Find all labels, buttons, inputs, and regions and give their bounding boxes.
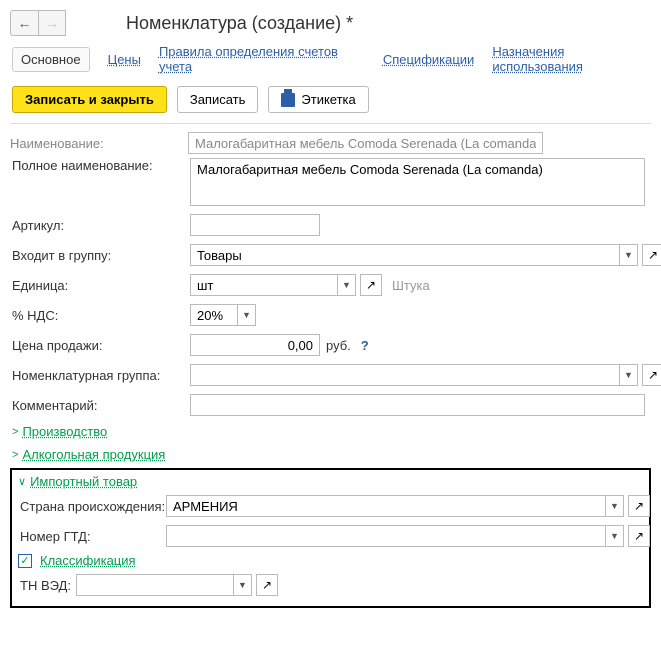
import-section-box: ∨ Импортный товар Страна происхождения: … xyxy=(10,468,651,608)
section-classification[interactable]: ✓ Классификация xyxy=(18,551,643,570)
open-icon: ↗ xyxy=(366,278,376,292)
tab-specifications[interactable]: Спецификации xyxy=(383,52,475,67)
gtd-input[interactable] xyxy=(166,525,606,547)
price-input[interactable] xyxy=(190,334,320,356)
chevron-down-icon: ▼ xyxy=(342,280,351,290)
group-dropdown-button[interactable]: ▼ xyxy=(620,244,638,266)
vat-label: % НДС: xyxy=(12,308,190,323)
unit-suffix: Штука xyxy=(392,278,430,293)
section-production-title: Производство xyxy=(22,424,107,439)
nomgroup-input[interactable] xyxy=(190,364,620,386)
unit-dropdown-button[interactable]: ▼ xyxy=(338,274,356,296)
group-label: Входит в группу: xyxy=(12,248,190,263)
chevron-down-icon: ∨ xyxy=(18,475,26,488)
label-button-text: Этикетка xyxy=(301,92,355,107)
open-icon: ↗ xyxy=(634,529,644,543)
article-input[interactable] xyxy=(190,214,320,236)
tab-usage-purposes[interactable]: Назначения использования xyxy=(492,44,651,74)
chevron-down-icon: ▼ xyxy=(624,370,633,380)
tabs-row: Основное Цены Правила определения счетов… xyxy=(10,44,651,74)
open-icon: ↗ xyxy=(634,499,644,513)
price-help-icon[interactable]: ? xyxy=(361,338,369,353)
section-alcohol[interactable]: > Алкогольная продукция xyxy=(10,443,651,466)
chevron-down-icon: ▼ xyxy=(610,501,619,511)
tab-account-rules[interactable]: Правила определения счетов учета xyxy=(159,44,365,74)
classification-checkbox[interactable]: ✓ xyxy=(18,554,32,568)
open-icon: ↗ xyxy=(648,248,658,262)
tnved-dropdown-button[interactable]: ▼ xyxy=(234,574,252,596)
unit-open-button[interactable]: ↗ xyxy=(360,274,382,296)
open-icon: ↗ xyxy=(648,368,658,382)
comment-label: Комментарий: xyxy=(12,398,190,413)
open-icon: ↗ xyxy=(262,578,272,592)
comment-input[interactable] xyxy=(190,394,645,416)
unit-label: Единица: xyxy=(12,278,190,293)
price-currency: руб. xyxy=(326,338,351,353)
page-title: Номенклатура (создание) * xyxy=(126,13,353,34)
section-import[interactable]: ∨ Импортный товар xyxy=(18,472,643,491)
unit-input[interactable] xyxy=(190,274,338,296)
country-input[interactable] xyxy=(166,495,606,517)
chevron-down-icon: ▼ xyxy=(242,310,251,320)
gtd-open-button[interactable]: ↗ xyxy=(628,525,650,547)
label-button[interactable]: Этикетка xyxy=(268,86,368,113)
gtd-label: Номер ГТД: xyxy=(20,529,166,544)
fullname-label: Полное наименование: xyxy=(12,158,190,173)
tnved-open-button[interactable]: ↗ xyxy=(256,574,278,596)
article-label: Артикул: xyxy=(12,218,190,233)
save-button[interactable]: Записать xyxy=(177,86,259,113)
country-open-button[interactable]: ↗ xyxy=(628,495,650,517)
nomgroup-label: Номенклатурная группа: xyxy=(12,368,190,383)
section-import-title: Импортный товар xyxy=(30,474,137,489)
name-input[interactable] xyxy=(188,132,543,154)
vat-dropdown-button[interactable]: ▼ xyxy=(238,304,256,326)
nomgroup-dropdown-button[interactable]: ▼ xyxy=(620,364,638,386)
group-input[interactable] xyxy=(190,244,620,266)
chevron-down-icon: ▼ xyxy=(238,580,247,590)
classification-title: Классификация xyxy=(40,553,136,568)
section-production[interactable]: > Производство xyxy=(10,420,651,443)
country-label: Страна происхождения: xyxy=(20,499,166,514)
price-label: Цена продажи: xyxy=(12,338,190,353)
nav-back-button[interactable]: ← xyxy=(10,10,38,36)
section-alcohol-title: Алкогольная продукция xyxy=(22,447,165,462)
nomgroup-open-button[interactable]: ↗ xyxy=(642,364,661,386)
country-dropdown-button[interactable]: ▼ xyxy=(606,495,624,517)
chevron-right-icon: > xyxy=(12,449,18,461)
tnved-label: ТН ВЭД: xyxy=(20,578,76,593)
save-close-button[interactable]: Записать и закрыть xyxy=(12,86,167,113)
tab-main[interactable]: Основное xyxy=(12,47,90,72)
gtd-dropdown-button[interactable]: ▼ xyxy=(606,525,624,547)
fullname-input[interactable] xyxy=(190,158,645,206)
tab-prices[interactable]: Цены xyxy=(108,52,141,67)
chevron-right-icon: > xyxy=(12,426,18,438)
name-label: Наименование: xyxy=(10,136,188,151)
nav-forward-button[interactable]: → xyxy=(38,10,66,36)
group-open-button[interactable]: ↗ xyxy=(642,244,661,266)
printer-icon xyxy=(281,93,295,107)
tnved-input[interactable] xyxy=(76,574,234,596)
chevron-down-icon: ▼ xyxy=(610,531,619,541)
chevron-down-icon: ▼ xyxy=(624,250,633,260)
vat-input[interactable] xyxy=(190,304,238,326)
